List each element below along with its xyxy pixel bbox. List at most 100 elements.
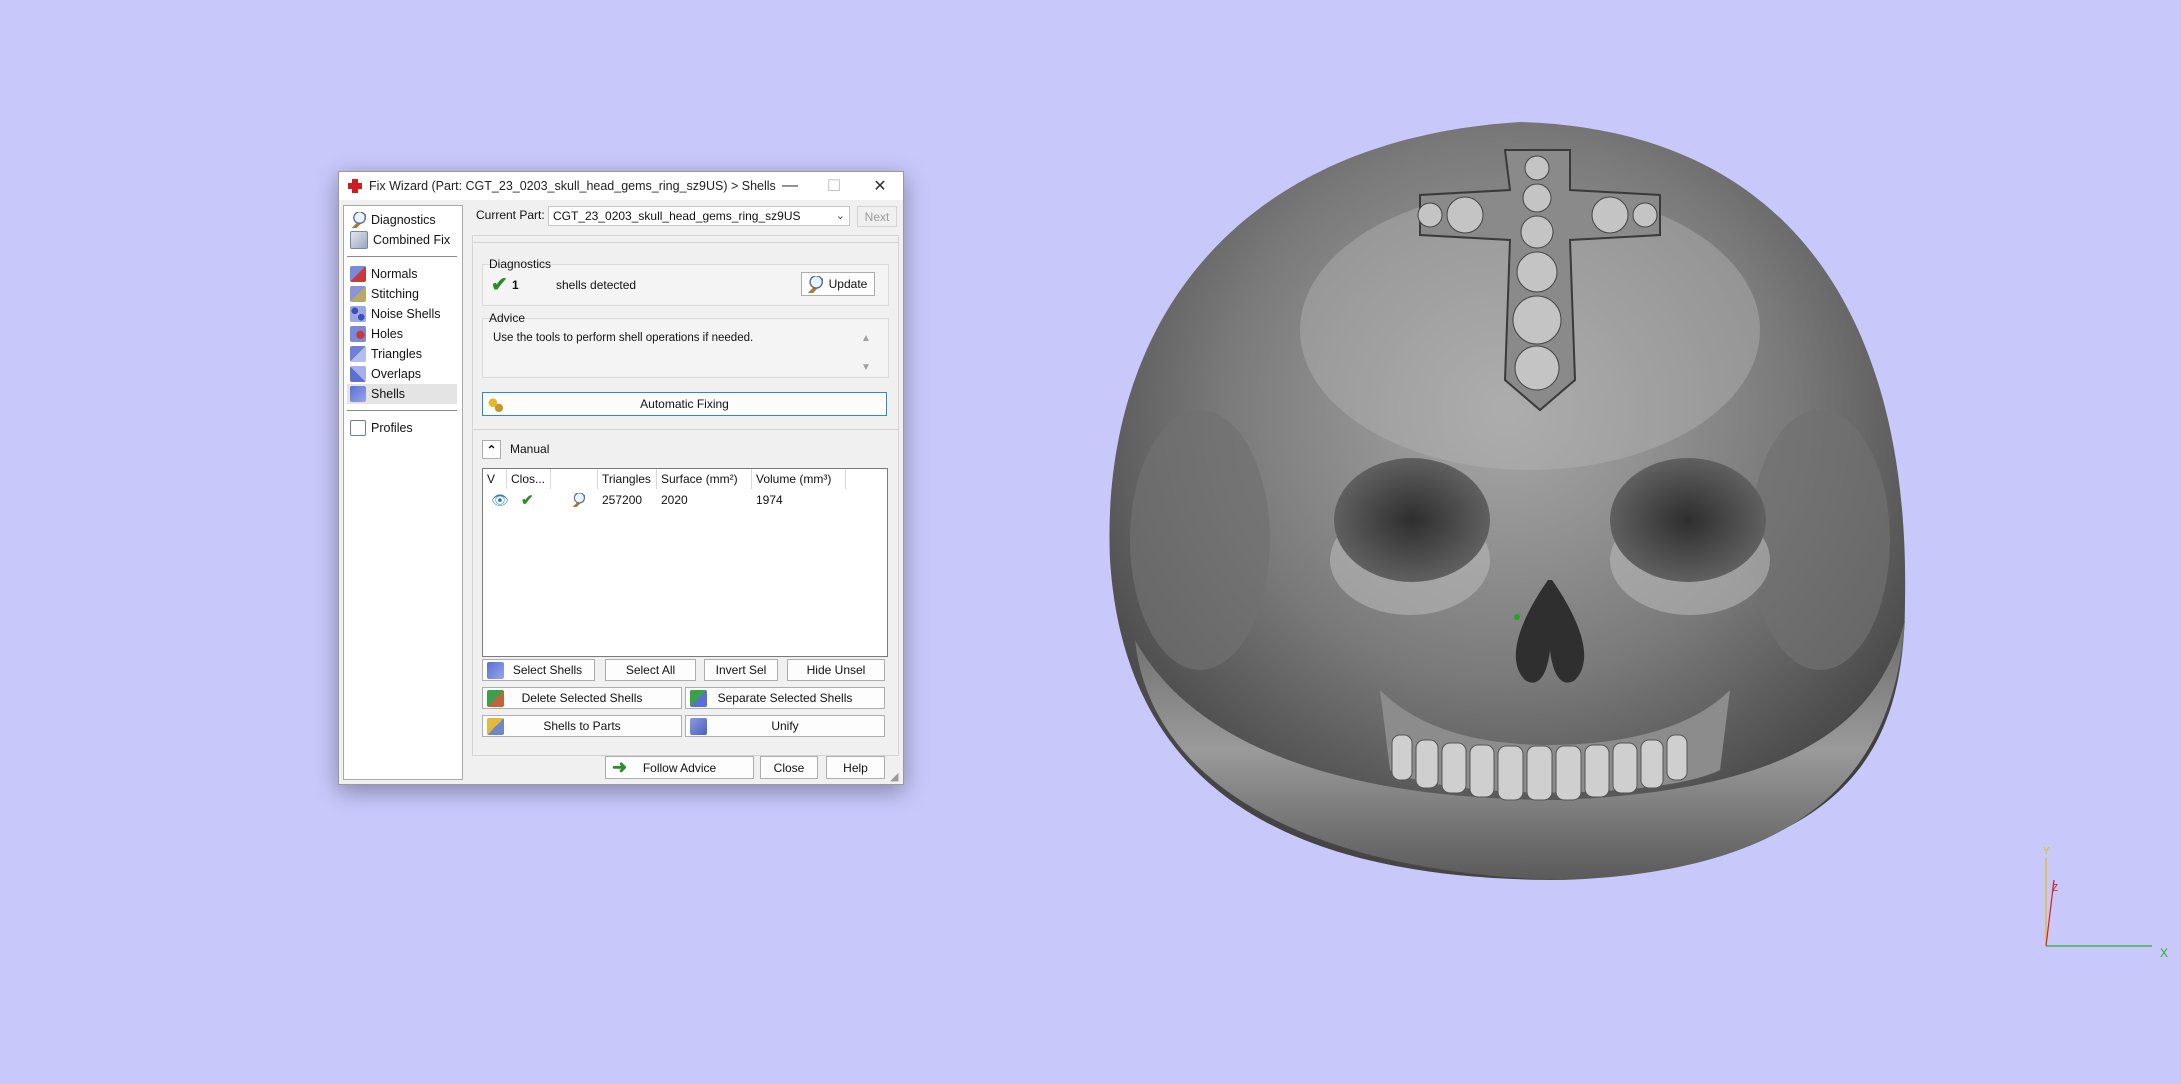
shells-icon [487, 661, 504, 679]
check-icon: ✔ [491, 274, 508, 296]
help-button[interactable]: Help [826, 756, 885, 779]
delete-selected-shells-button[interactable]: Delete Selected Shells [482, 687, 682, 709]
nav-item-noise-shells[interactable]: Noise Shells [347, 304, 457, 324]
diagnostics-title: Diagnostics [489, 257, 552, 271]
invert-sel-button[interactable]: Invert Sel [704, 659, 778, 681]
title-bar[interactable]: Fix Wizard (Part: CGT_23_0203_skull_head… [339, 172, 903, 200]
close-window-button[interactable]: ✕ [857, 172, 903, 200]
magnifier-icon [806, 275, 823, 293]
shell-count: 1 [512, 278, 519, 292]
column-header-triangles[interactable]: Triangles [598, 469, 657, 489]
close-button[interactable]: Close [760, 756, 818, 779]
scroll-down-icon[interactable]: ▼ [861, 362, 871, 373]
nav-item-shells[interactable]: Shells [347, 384, 457, 404]
nav-label: Overlaps [371, 367, 422, 381]
nav-label: Profiles [371, 421, 413, 435]
nav-label: Stitching [371, 287, 419, 301]
manual-title: Manual [510, 442, 550, 456]
nav-label: Triangles [371, 347, 422, 361]
noise-shells-icon [350, 306, 366, 322]
column-header-surface[interactable]: Surface (mm²) [657, 469, 752, 489]
delete-selected-label: Delete Selected Shells [521, 691, 643, 705]
separate-selected-label: Separate Selected Shells [717, 691, 853, 705]
cell-triangles: 257200 [602, 493, 643, 507]
scroll-up-icon[interactable]: ▲ [861, 333, 871, 344]
closed-check-icon: ✔ [521, 492, 534, 509]
inspect-magnifier-icon[interactable] [567, 490, 585, 510]
nav-item-normals[interactable]: Normals [347, 264, 457, 284]
nav-label: Combined Fix [373, 233, 451, 247]
collapse-manual-button[interactable]: ⌃ [482, 440, 501, 459]
nav-item-diagnostics[interactable]: Diagnostics [347, 210, 457, 230]
resize-grip[interactable]: ◢ [890, 770, 898, 783]
update-button[interactable]: Update [801, 272, 875, 296]
fix-wizard-dialog: Fix Wizard (Part: CGT_23_0203_skull_head… [338, 171, 904, 785]
minimize-button[interactable]: — [767, 172, 813, 200]
chevron-down-icon: ⌄ [835, 210, 845, 222]
axis-x-label: X [2160, 946, 2169, 960]
box-icon [350, 231, 368, 249]
nav-item-profiles[interactable]: Profiles [347, 418, 457, 438]
nav-label: Normals [371, 267, 418, 281]
advice-title: Advice [489, 311, 526, 325]
axis-triad [2045, 858, 2152, 947]
separate-selected-shells-button[interactable]: Separate Selected Shells [685, 687, 885, 709]
cell-volume: 1974 [756, 493, 783, 507]
magnifier-icon [350, 212, 366, 228]
next-button: Next [857, 206, 897, 227]
column-header-visible[interactable]: V [483, 469, 507, 489]
nav-item-triangles[interactable]: Triangles [347, 344, 457, 364]
shells-detected-text: shells detected [556, 278, 637, 292]
shells-to-parts-button[interactable]: Shells to Parts [482, 715, 682, 737]
app-cross-icon [347, 178, 363, 194]
nav-item-stitching[interactable]: Stitching [347, 284, 457, 304]
delete-shells-icon [487, 689, 504, 707]
shells-table[interactable]: V Clos... Triangles Surface (mm²) Volume… [482, 468, 888, 657]
cell-surface: 2020 [661, 493, 688, 507]
follow-advice-button[interactable]: ➜ Follow Advice [605, 756, 754, 779]
unify-button[interactable]: Unify [685, 715, 885, 737]
nav-divider [347, 410, 457, 411]
follow-advice-label: Follow Advice [642, 760, 717, 775]
shells-to-parts-label: Shells to Parts [543, 719, 621, 733]
holes-icon [350, 326, 366, 342]
3d-viewport[interactable]: Y Z X [0, 0, 2181, 1084]
column-header-volume[interactable]: Volume (mm³) [752, 469, 846, 489]
shells-to-parts-icon [487, 717, 504, 735]
shells-icon [350, 386, 366, 402]
separate-shells-icon [690, 689, 707, 707]
automatic-fixing-label: Automatic Fixing [640, 397, 729, 411]
nav-item-combined-fix[interactable]: Combined Fix [347, 230, 457, 250]
document-icon [350, 420, 366, 436]
eye-icon[interactable]: 👁 [487, 490, 509, 510]
window-title: Fix Wizard (Part: CGT_23_0203_skull_head… [369, 179, 776, 193]
update-label: Update [828, 277, 868, 291]
advice-group [482, 318, 889, 378]
ring-model[interactable] [0, 0, 2181, 1084]
hide-unsel-button[interactable]: Hide Unsel [787, 659, 885, 681]
nav-item-holes[interactable]: Holes [347, 324, 457, 344]
triangles-icon [350, 346, 366, 362]
nav-label: Noise Shells [371, 307, 441, 321]
column-header-closed[interactable]: Clos... [507, 469, 551, 489]
select-all-button[interactable]: Select All [605, 659, 696, 681]
arrow-right-icon: ➜ [612, 757, 628, 777]
automatic-fixing-button[interactable]: Automatic Fixing [482, 392, 887, 416]
nav-item-overlaps[interactable]: Overlaps [347, 364, 457, 384]
unify-icon [690, 717, 707, 735]
normals-cube-icon [350, 266, 366, 282]
advice-text: Use the tools to perform shell operation… [493, 332, 754, 344]
fix-wizard-nav: Diagnostics Combined Fix Normals Stitchi… [343, 205, 463, 780]
nav-divider [347, 256, 457, 257]
stitching-icon [350, 286, 366, 302]
gears-icon [487, 395, 504, 413]
nav-label: Diagnostics [371, 213, 436, 227]
axis-y-label: Y [2043, 846, 2050, 857]
current-part-label: Current Part: [476, 208, 545, 222]
nav-label: Holes [371, 327, 403, 341]
maximize-button: ☐ [826, 178, 842, 195]
select-shells-button[interactable]: Select Shells [482, 659, 595, 681]
axis-z-label: Z [2052, 883, 2059, 894]
current-part-select[interactable]: CGT_23_0203_skull_head_gems_ring_sz9US ⌄ [548, 206, 850, 226]
column-header-tool[interactable] [551, 469, 598, 489]
